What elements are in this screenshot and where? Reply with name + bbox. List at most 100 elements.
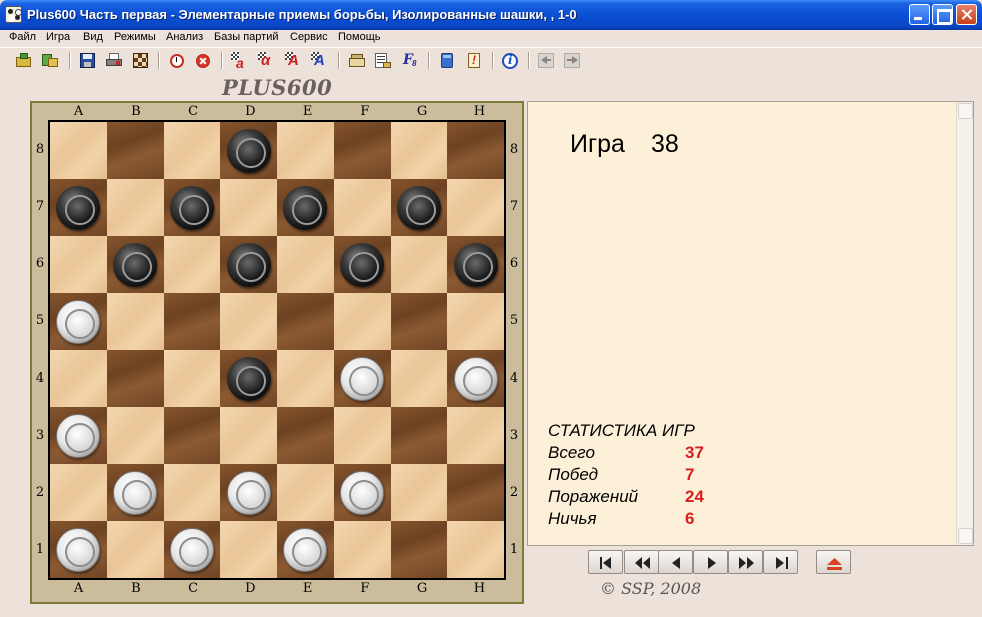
- square-c1[interactable]: [163, 521, 221, 578]
- square-e6[interactable]: [277, 236, 334, 293]
- white-checker-piece[interactable]: [283, 527, 328, 572]
- square-f1[interactable]: [333, 521, 391, 578]
- black-checker-piece[interactable]: [396, 185, 441, 230]
- black-checker-piece[interactable]: [226, 128, 271, 173]
- exclamation-icon[interactable]: !: [465, 52, 483, 68]
- square-e2[interactable]: [277, 464, 334, 521]
- scroll-down-button[interactable]: [958, 528, 973, 544]
- white-checker-piece[interactable]: [169, 527, 214, 572]
- square-c8[interactable]: [163, 122, 221, 179]
- square-e8[interactable]: [277, 122, 334, 179]
- black-checker-piece[interactable]: [340, 242, 385, 287]
- menu-game[interactable]: Игра: [46, 31, 70, 43]
- square-g4[interactable]: [390, 350, 448, 407]
- square-e1[interactable]: [277, 521, 334, 578]
- database-icon[interactable]: [438, 52, 456, 68]
- square-a2[interactable]: [50, 464, 107, 521]
- square-f4[interactable]: [333, 350, 391, 407]
- square-d2[interactable]: [220, 464, 277, 521]
- square-h3[interactable]: [447, 407, 504, 464]
- black-checker-piece[interactable]: [56, 185, 101, 230]
- square-h2[interactable]: [447, 464, 504, 521]
- alpha-icon[interactable]: α: [258, 52, 276, 69]
- square-g1[interactable]: [390, 521, 448, 578]
- square-c2[interactable]: [163, 464, 221, 521]
- square-a7[interactable]: [50, 179, 107, 236]
- square-f7[interactable]: [333, 179, 391, 236]
- menu-modes[interactable]: Режимы: [114, 31, 156, 43]
- black-checker-piece[interactable]: [283, 185, 328, 230]
- square-c5[interactable]: [163, 293, 221, 350]
- clock-icon[interactable]: [168, 52, 186, 68]
- white-checker-piece[interactable]: [113, 470, 158, 515]
- menu-databases[interactable]: Базы партий: [214, 31, 279, 43]
- white-checker-piece[interactable]: [340, 356, 385, 401]
- square-b5[interactable]: [106, 293, 164, 350]
- analysis-a3-icon[interactable]: A: [311, 52, 329, 69]
- stop-icon[interactable]: [194, 52, 212, 68]
- square-f2[interactable]: [333, 464, 391, 521]
- black-checker-piece[interactable]: [226, 356, 271, 401]
- black-checker-piece[interactable]: [169, 185, 214, 230]
- square-h1[interactable]: [447, 521, 504, 578]
- forward-arrow-icon[interactable]: [563, 52, 581, 68]
- info-icon[interactable]: i: [501, 52, 519, 69]
- square-b7[interactable]: [106, 179, 164, 236]
- square-f6[interactable]: [333, 236, 391, 293]
- open-icon[interactable]: [15, 52, 33, 68]
- rewind-button[interactable]: [624, 550, 659, 574]
- square-h5[interactable]: [447, 293, 504, 350]
- checkers-app-icon[interactable]: [5, 6, 22, 23]
- square-h7[interactable]: [447, 179, 504, 236]
- maximize-button[interactable]: [932, 4, 953, 25]
- square-f8[interactable]: [333, 122, 391, 179]
- first-move-button[interactable]: [588, 550, 623, 574]
- minimize-button[interactable]: [909, 4, 930, 25]
- square-b8[interactable]: [106, 122, 164, 179]
- fast-forward-button[interactable]: [728, 550, 763, 574]
- square-d4[interactable]: [220, 350, 277, 407]
- square-a8[interactable]: [50, 122, 107, 179]
- book-icon[interactable]: [348, 52, 366, 68]
- eject-button[interactable]: [816, 550, 851, 574]
- analysis-a2-icon[interactable]: A: [285, 52, 303, 69]
- menu-view[interactable]: Вид: [83, 31, 103, 43]
- square-c3[interactable]: [163, 407, 221, 464]
- menu-file[interactable]: Файл: [9, 31, 36, 43]
- square-g7[interactable]: [390, 179, 448, 236]
- square-g6[interactable]: [390, 236, 448, 293]
- square-e5[interactable]: [277, 293, 334, 350]
- square-d3[interactable]: [220, 407, 277, 464]
- menu-service[interactable]: Сервис: [290, 31, 328, 43]
- square-g8[interactable]: [390, 122, 448, 179]
- white-checker-piece[interactable]: [56, 527, 101, 572]
- square-b3[interactable]: [106, 407, 164, 464]
- square-d7[interactable]: [220, 179, 277, 236]
- square-g5[interactable]: [390, 293, 448, 350]
- square-g3[interactable]: [390, 407, 448, 464]
- black-checker-piece[interactable]: [226, 242, 271, 287]
- analysis-a-icon[interactable]: a: [231, 52, 249, 71]
- square-e7[interactable]: [277, 179, 334, 236]
- square-a6[interactable]: [50, 236, 107, 293]
- square-d5[interactable]: [220, 293, 277, 350]
- white-checker-piece[interactable]: [56, 299, 101, 344]
- square-h8[interactable]: [447, 122, 504, 179]
- notation-icon[interactable]: [374, 52, 392, 68]
- scroll-up-button[interactable]: [958, 103, 973, 119]
- print-icon[interactable]: [105, 52, 123, 68]
- last-move-button[interactable]: [763, 550, 798, 574]
- square-b2[interactable]: [106, 464, 164, 521]
- square-a1[interactable]: [50, 521, 107, 578]
- back-arrow-icon[interactable]: [537, 52, 555, 68]
- square-a4[interactable]: [50, 350, 107, 407]
- square-c6[interactable]: [163, 236, 221, 293]
- white-checker-piece[interactable]: [453, 356, 498, 401]
- formula-icon[interactable]: F 8: [401, 52, 419, 68]
- square-b1[interactable]: [106, 521, 164, 578]
- square-e4[interactable]: [277, 350, 334, 407]
- menu-analysis[interactable]: Анализ: [166, 31, 203, 43]
- step-forward-button[interactable]: [693, 550, 728, 574]
- square-g2[interactable]: [390, 464, 448, 521]
- square-a3[interactable]: [50, 407, 107, 464]
